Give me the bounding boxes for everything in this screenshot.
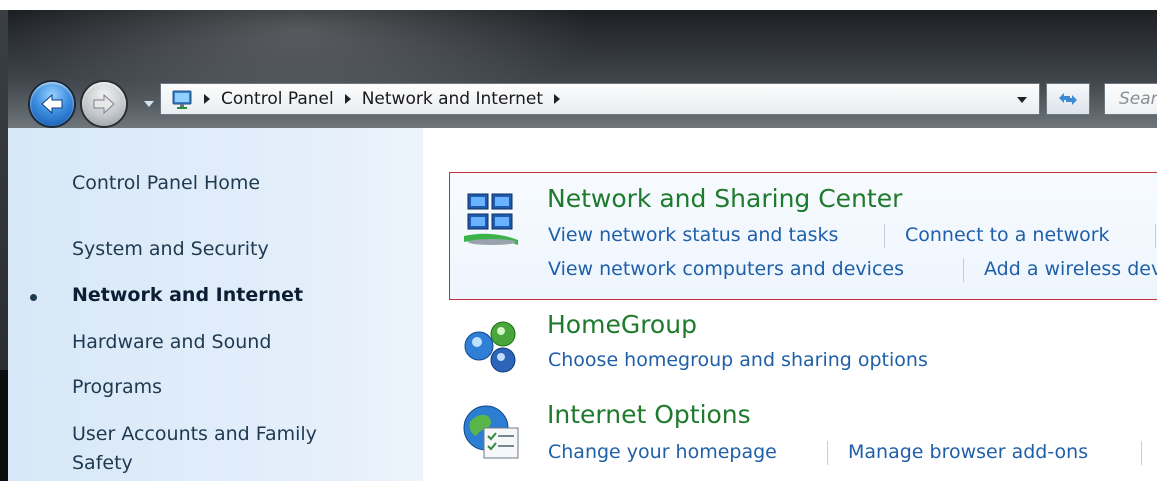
link-separator <box>884 224 885 248</box>
chevron-down-icon <box>1017 97 1027 103</box>
breadcrumb-arrow-icon[interactable] <box>342 92 354 106</box>
internet-options-title[interactable]: Internet Options <box>547 400 751 429</box>
network-and-sharing-center-title[interactable]: Network and Sharing Center <box>547 184 902 213</box>
breadcrumb-arrow-icon[interactable] <box>201 92 213 106</box>
window-frame-left-dark <box>0 370 8 481</box>
sidebar-item-user-accounts-line1[interactable]: User Accounts and Family <box>72 423 317 445</box>
address-bar[interactable]: Control Panel Network and Internet <box>160 83 1040 115</box>
link-separator <box>963 258 964 282</box>
refresh-icon <box>1059 93 1077 105</box>
control-panel-icon <box>172 90 192 109</box>
link-view-network-status[interactable]: View network status and tasks <box>548 224 838 246</box>
sidebar-item-hardware-and-sound[interactable]: Hardware and Sound <box>72 331 271 353</box>
recent-pages-button[interactable] <box>143 98 155 110</box>
homegroup-icon[interactable] <box>457 314 527 374</box>
back-arrow-icon <box>41 93 63 115</box>
breadcrumb-network-and-internet[interactable]: Network and Internet <box>362 89 543 109</box>
sidebar-item-programs[interactable]: Programs <box>72 376 162 398</box>
link-add-wireless-device[interactable]: Add a wireless device <box>984 258 1157 280</box>
sidebar-item-system-and-security[interactable]: System and Security <box>72 238 269 260</box>
sidebar-item-control-panel-home[interactable]: Control Panel Home <box>72 172 260 194</box>
link-view-network-computers[interactable]: View network computers and devices <box>548 258 904 280</box>
breadcrumb-control-panel[interactable]: Control Panel <box>221 89 334 109</box>
link-choose-homegroup-options[interactable]: Choose homegroup and sharing options <box>548 349 928 371</box>
active-item-bullet <box>30 294 37 301</box>
address-history-dropdown[interactable] <box>1015 94 1029 106</box>
sidebar-item-network-and-internet[interactable]: Network and Internet <box>72 284 303 306</box>
link-separator <box>827 441 828 465</box>
network-center-icon[interactable] <box>462 190 522 248</box>
forward-button[interactable] <box>82 82 126 126</box>
link-change-homepage[interactable]: Change your homepage <box>548 441 777 463</box>
breadcrumb-arrow-icon[interactable] <box>551 92 563 106</box>
link-manage-browser-addons[interactable]: Manage browser add-ons <box>848 441 1088 463</box>
chevron-down-icon <box>144 101 154 107</box>
internet-options-icon[interactable] <box>458 400 524 464</box>
homegroup-title[interactable]: HomeGroup <box>547 310 697 339</box>
link-separator <box>1155 224 1156 248</box>
sidebar-item-user-accounts-line2[interactable]: Safety <box>72 452 133 474</box>
refresh-button[interactable] <box>1046 83 1090 115</box>
back-button[interactable] <box>30 82 74 126</box>
link-separator <box>1141 441 1142 465</box>
forward-arrow-icon <box>93 93 115 115</box>
link-connect-to-network[interactable]: Connect to a network <box>905 224 1110 246</box>
search-input[interactable]: Search Control Panel <box>1104 83 1157 115</box>
